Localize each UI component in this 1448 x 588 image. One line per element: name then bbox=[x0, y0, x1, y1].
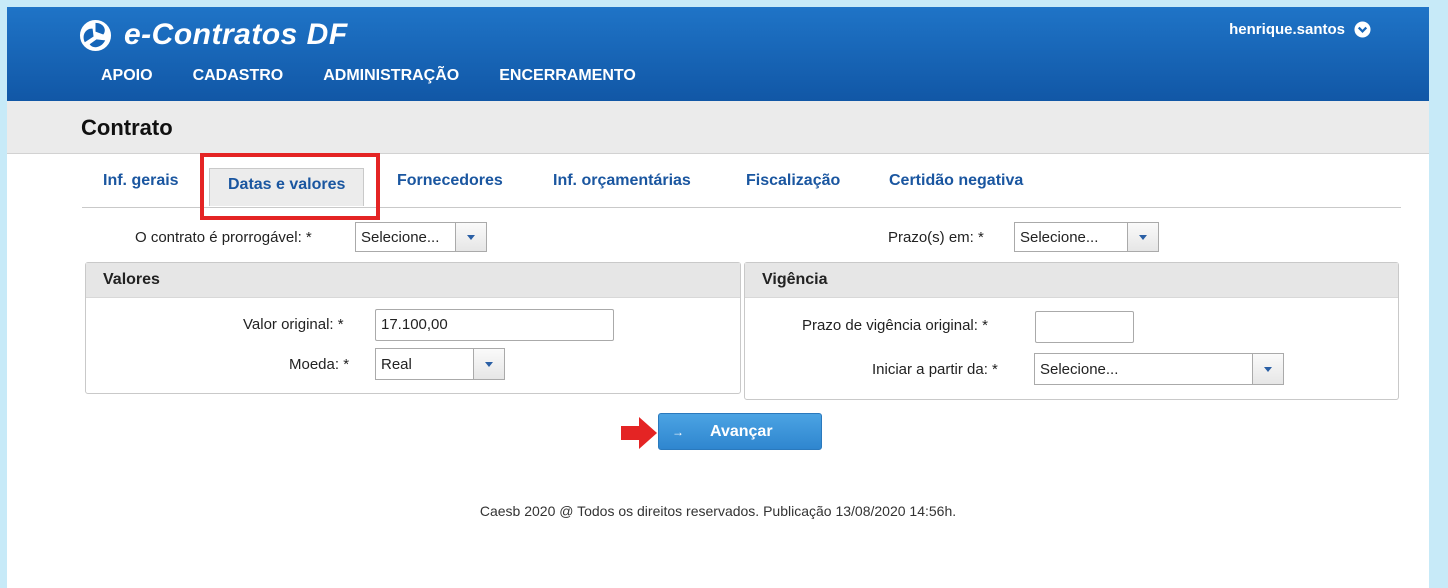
tab-bar: Inf. gerais Datas e valores Fornecedores… bbox=[82, 160, 1401, 208]
iniciar-select[interactable]: Selecione... bbox=[1034, 353, 1284, 385]
arrow-right-icon: → bbox=[672, 424, 684, 439]
valores-panel-title: Valores bbox=[86, 263, 740, 298]
avancar-button[interactable]: → Avançar bbox=[658, 413, 822, 450]
app-window: e-Contratos DF henrique.santos APOIO CAD… bbox=[7, 7, 1429, 588]
moeda-select[interactable]: Real bbox=[375, 348, 505, 380]
menu-item-cadastro[interactable]: CADASTRO bbox=[193, 67, 284, 85]
vigencia-panel-title: Vigência bbox=[745, 263, 1398, 298]
prazo-vigencia-input[interactable] bbox=[1035, 311, 1134, 343]
prorrogavel-label: O contrato é prorrogável: * bbox=[135, 229, 312, 246]
prazo-em-label: Prazo(s) em: * bbox=[888, 229, 984, 246]
moeda-label: Moeda: * bbox=[289, 356, 350, 373]
menu-item-apoio[interactable]: APOIO bbox=[101, 67, 153, 85]
valor-original-label: Valor original: * bbox=[243, 316, 344, 333]
user-name: henrique.santos bbox=[1229, 21, 1345, 38]
valor-original-input[interactable]: 17.100,00 bbox=[375, 309, 614, 341]
tab-certidao-negativa[interactable]: Certidão negativa bbox=[889, 172, 1023, 190]
tab-inf-gerais[interactable]: Inf. gerais bbox=[103, 172, 179, 190]
moeda-select-value: Real bbox=[381, 355, 412, 373]
avancar-label: Avançar bbox=[710, 422, 773, 440]
menu-item-encerramento[interactable]: ENCERRAMENTO bbox=[499, 67, 636, 85]
logo-icon bbox=[79, 19, 112, 51]
app-logo[interactable]: e-Contratos DF bbox=[79, 18, 348, 52]
tab-inf-orcamentarias[interactable]: Inf. orçamentárias bbox=[553, 172, 691, 190]
dropdown-arrow-icon bbox=[473, 349, 504, 379]
prazo-em-select-value: Selecione... bbox=[1020, 228, 1099, 246]
app-title: e-Contratos DF bbox=[124, 18, 348, 51]
user-menu[interactable]: henrique.santos bbox=[1229, 21, 1371, 38]
title-bar: Contrato bbox=[7, 101, 1429, 154]
prorrogavel-select[interactable]: Selecione... bbox=[355, 222, 487, 252]
dropdown-arrow-icon bbox=[1252, 354, 1283, 384]
tab-fiscalizacao[interactable]: Fiscalização bbox=[746, 172, 840, 190]
prazo-em-select[interactable]: Selecione... bbox=[1014, 222, 1159, 252]
dropdown-arrow-icon bbox=[1127, 223, 1158, 251]
chevron-down-icon bbox=[1354, 21, 1371, 38]
main-menu: APOIO CADASTRO ADMINISTRAÇÃO ENCERRAMENT… bbox=[101, 67, 676, 85]
dropdown-arrow-icon bbox=[455, 223, 486, 251]
footer-text: Caesb 2020 @ Todos os direitos reservado… bbox=[479, 503, 957, 519]
tab-datas-e-valores[interactable]: Datas e valores bbox=[209, 168, 365, 206]
header-bar: e-Contratos DF henrique.santos APOIO CAD… bbox=[7, 7, 1429, 101]
tab-fornecedores[interactable]: Fornecedores bbox=[397, 172, 503, 190]
iniciar-select-value: Selecione... bbox=[1040, 360, 1119, 378]
menu-item-administracao[interactable]: ADMINISTRAÇÃO bbox=[323, 67, 459, 85]
iniciar-label: Iniciar a partir da: * bbox=[872, 361, 998, 378]
page-title: Contrato bbox=[81, 115, 173, 140]
prazo-vigencia-label: Prazo de vigência original: * bbox=[802, 317, 988, 334]
prorrogavel-select-value: Selecione... bbox=[361, 228, 440, 246]
red-arrow-icon bbox=[621, 417, 657, 449]
